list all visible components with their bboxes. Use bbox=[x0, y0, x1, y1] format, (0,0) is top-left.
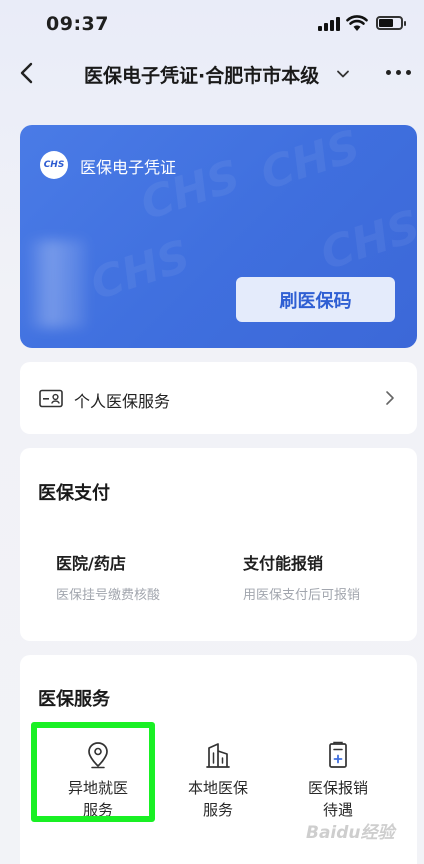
pay-item-subtitle: 用医保支付后可报销 bbox=[243, 588, 361, 603]
blurred-user-info bbox=[26, 240, 86, 328]
nav-bar: 医保电子凭证·合肥市市本级 bbox=[0, 48, 424, 100]
personal-service-label: 个人医保服务 bbox=[74, 392, 171, 411]
service-label-line1: 本地医保 bbox=[187, 779, 248, 797]
pay-item-title: 医院/药店 bbox=[56, 554, 126, 573]
chevron-right-icon bbox=[386, 391, 394, 405]
status-bar: 09:37 bbox=[0, 0, 424, 48]
card-title: 医保电子凭证 bbox=[80, 158, 177, 177]
insurance-payment-section: 医保支付 医院/药店 医保挂号缴费核酸 支付能报销 用医保支付后可报销 bbox=[20, 448, 417, 641]
baidu-watermark: Baidu经验 bbox=[306, 823, 395, 843]
service-label-line1: 异地就医 bbox=[67, 779, 128, 797]
hospital-pharmacy-item[interactable]: 医院/药店 医保挂号缴费核酸 bbox=[56, 550, 160, 603]
wifi-icon bbox=[346, 15, 368, 31]
pay-item-title: 支付能报销 bbox=[243, 554, 324, 573]
location-pin-icon bbox=[88, 742, 108, 769]
id-card-icon bbox=[39, 389, 63, 408]
service-label-line1: 医保报销 bbox=[307, 779, 368, 797]
more-options-icon[interactable] bbox=[386, 70, 416, 78]
building-icon bbox=[206, 743, 230, 768]
battery-icon bbox=[376, 16, 406, 30]
service-label-line2: 服务 bbox=[82, 801, 113, 819]
insurance-card: CHS CHS CHS CHS CHS 医保电子凭证 刷医保码 bbox=[20, 125, 417, 348]
status-time: 09:37 bbox=[46, 13, 109, 35]
reimbursement-benefits-service[interactable]: 医保报销 待遇 bbox=[278, 741, 398, 821]
chs-logo-icon: CHS bbox=[40, 151, 68, 179]
section-title: 医保支付 bbox=[38, 483, 110, 504]
document-plus-icon bbox=[329, 741, 347, 768]
scan-insurance-code-button[interactable]: 刷医保码 bbox=[236, 277, 395, 322]
back-arrow-icon[interactable] bbox=[16, 60, 40, 86]
service-label-line2: 服务 bbox=[202, 801, 233, 819]
chevron-down-icon[interactable] bbox=[336, 67, 350, 81]
pay-item-subtitle: 医保挂号缴费核酸 bbox=[56, 588, 161, 603]
signal-icon bbox=[318, 17, 340, 31]
section-title: 医保服务 bbox=[38, 689, 110, 710]
local-insurance-service[interactable]: 本地医保 服务 bbox=[158, 741, 278, 821]
card-watermark: CHS bbox=[254, 125, 367, 201]
card-watermark: CHS bbox=[314, 200, 417, 281]
card-watermark: CHS bbox=[84, 230, 197, 311]
out-of-town-medical-service[interactable]: 异地就医 服务 bbox=[38, 741, 158, 821]
personal-insurance-service-row[interactable]: 个人医保服务 bbox=[20, 362, 417, 434]
page-title[interactable]: 医保电子凭证·合肥市市本级 bbox=[84, 61, 319, 88]
reimbursable-payment-item[interactable]: 支付能报销 用医保支付后可报销 bbox=[243, 550, 360, 603]
